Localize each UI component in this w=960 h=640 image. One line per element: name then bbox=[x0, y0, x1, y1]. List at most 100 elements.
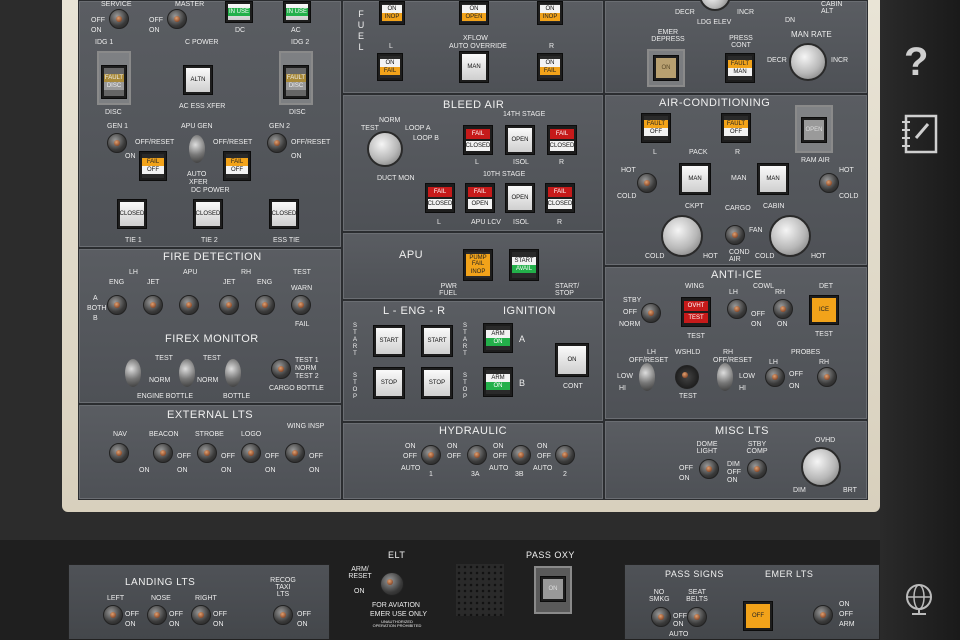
fire-eng-lh-switch[interactable] bbox=[107, 295, 127, 315]
stby-comp-switch[interactable] bbox=[747, 459, 767, 479]
idg1-disc-switch[interactable]: FAULT DISC bbox=[101, 65, 127, 99]
seat-belts-switch[interactable] bbox=[687, 607, 707, 627]
firex-bottle1-switch[interactable] bbox=[125, 359, 141, 387]
wshld-test-button[interactable] bbox=[675, 365, 699, 389]
bleed10-r-button[interactable]: FAIL CLOSED bbox=[545, 183, 575, 213]
dome-light-switch[interactable] bbox=[699, 459, 719, 479]
fuel-pump-r[interactable]: ON FAIL bbox=[537, 53, 563, 81]
hyd-3b-switch[interactable] bbox=[511, 445, 531, 465]
bleed14-r-button[interactable]: FAIL CLOSED bbox=[547, 125, 577, 155]
cabin-temp-switch[interactable] bbox=[819, 173, 839, 193]
bleed14-isol-button[interactable]: OPEN bbox=[505, 125, 535, 155]
emer-lts-button[interactable]: OFF bbox=[743, 601, 773, 631]
cabin-man-button[interactable]: MAN bbox=[757, 163, 789, 195]
wing-test-button[interactable]: OVHT TEST bbox=[681, 297, 711, 327]
service-switch[interactable] bbox=[109, 9, 129, 29]
ess-tie-button[interactable]: CLOSED bbox=[269, 199, 299, 229]
apu-gen-switch[interactable] bbox=[189, 135, 205, 163]
bleed10-isol-button[interactable]: OPEN bbox=[505, 183, 535, 213]
ovhd-dimmer-knob[interactable] bbox=[801, 447, 841, 487]
help-icon[interactable]: ? bbox=[904, 40, 928, 85]
logo-switch[interactable] bbox=[241, 443, 261, 463]
cargo-bottle-switch[interactable] bbox=[271, 359, 291, 379]
fire-jet-lh-switch[interactable] bbox=[143, 295, 163, 315]
wing-insp-switch[interactable] bbox=[285, 443, 305, 463]
wshld-rh-switch[interactable] bbox=[717, 363, 733, 391]
ice-det-button[interactable]: ICE bbox=[809, 295, 839, 325]
ignition-a-button[interactable]: ARM ON bbox=[483, 323, 513, 353]
fan-switch[interactable] bbox=[725, 225, 745, 245]
press-cont-button[interactable]: FAULT MAN bbox=[725, 53, 755, 83]
ignition-cont-button[interactable]: ON bbox=[555, 343, 589, 377]
hyd-1-switch[interactable] bbox=[421, 445, 441, 465]
ram-air-button[interactable]: OPEN bbox=[801, 117, 827, 143]
ignition-b-button[interactable]: ARM ON bbox=[483, 367, 513, 397]
cabin-temp-knob[interactable] bbox=[769, 215, 811, 257]
idg2-disc-switch[interactable]: FAULT DISC bbox=[283, 65, 309, 99]
on-label: ON bbox=[679, 475, 690, 482]
firex-bottle2-switch[interactable] bbox=[179, 359, 195, 387]
fire-eng-rh-switch[interactable] bbox=[255, 295, 275, 315]
cowl-lh-switch[interactable] bbox=[727, 299, 747, 319]
strobe-switch[interactable] bbox=[197, 443, 217, 463]
cowl-rh-switch[interactable] bbox=[773, 299, 793, 319]
ldg-elev-knob[interactable] bbox=[699, 0, 731, 11]
fuel-xfeed-l[interactable]: ON OPEN bbox=[459, 1, 489, 25]
globe-icon[interactable] bbox=[902, 582, 936, 616]
gen1-switch[interactable] bbox=[107, 133, 127, 153]
fuel-pump-l[interactable]: ON FAIL bbox=[377, 53, 403, 81]
altn-button[interactable]: ALTN bbox=[183, 65, 213, 95]
man-rate-knob[interactable] bbox=[789, 43, 827, 81]
eng-stop-l-button[interactable]: STOP bbox=[373, 367, 405, 399]
pass-oxy-button[interactable]: ON bbox=[540, 576, 566, 602]
tie2-button[interactable]: CLOSED bbox=[193, 199, 223, 229]
no-smkg-switch[interactable] bbox=[651, 607, 671, 627]
apu-pwr-fuel-button[interactable]: PUMP FAIL INOP bbox=[463, 249, 493, 281]
ckpt-temp-switch[interactable] bbox=[637, 173, 657, 193]
fuel-pump-r-aft[interactable]: ON INOP bbox=[537, 1, 563, 25]
emer-depress-button[interactable]: ON bbox=[653, 55, 679, 81]
overhead-panels: SERVICE OFF ON MASTER OFF ON IN USE IN U… bbox=[78, 0, 868, 500]
landing-right-switch[interactable] bbox=[191, 605, 211, 625]
gen2-fail-button[interactable]: FAIL OFF bbox=[223, 151, 251, 181]
pack-l-button[interactable]: FAULT OFF bbox=[641, 113, 671, 143]
xflow-man-button[interactable]: MAN bbox=[459, 51, 489, 83]
b-label: B bbox=[519, 378, 526, 388]
pack-r-button[interactable]: FAULT OFF bbox=[721, 113, 751, 143]
eng-stop-r-button[interactable]: STOP bbox=[421, 367, 453, 399]
gen1-fail-button[interactable]: FAIL OFF bbox=[139, 151, 167, 181]
firex-apu-bottle-switch[interactable] bbox=[225, 359, 241, 387]
duct-mon-knob[interactable] bbox=[367, 131, 403, 167]
fire-apu-switch[interactable] bbox=[179, 295, 199, 315]
probes-rh-switch[interactable] bbox=[817, 367, 837, 387]
probes-lh-switch[interactable] bbox=[765, 367, 785, 387]
ckpt-man-button[interactable]: MAN bbox=[679, 163, 711, 195]
fuel-pump-l-aft[interactable]: ON INOP bbox=[379, 1, 405, 25]
hyd-3a-switch[interactable] bbox=[467, 445, 487, 465]
fire-test-switch[interactable] bbox=[291, 295, 311, 315]
tie1-button[interactable]: CLOSED bbox=[117, 199, 147, 229]
emer-lts-switch[interactable] bbox=[813, 605, 833, 625]
wing-anti-ice-switch[interactable] bbox=[641, 303, 661, 323]
nav-switch[interactable] bbox=[109, 443, 129, 463]
bleed14-l-button[interactable]: FAIL CLOSED bbox=[463, 125, 493, 155]
notebook-icon[interactable] bbox=[900, 112, 940, 156]
landing-nose-switch[interactable] bbox=[147, 605, 167, 625]
ckpt-temp-knob[interactable] bbox=[661, 215, 703, 257]
gen2-switch[interactable] bbox=[267, 133, 287, 153]
wshld-lh-switch[interactable] bbox=[639, 363, 655, 391]
apu-lcv-button[interactable]: FAIL OPEN bbox=[465, 183, 495, 213]
apu-start-button[interactable]: START AVAIL bbox=[509, 249, 539, 281]
elt-switch[interactable] bbox=[380, 572, 404, 596]
r-label: R bbox=[549, 43, 555, 50]
bleed10-l-button[interactable]: FAIL CLOSED bbox=[425, 183, 455, 213]
recog-taxi-switch[interactable] bbox=[273, 605, 293, 625]
eng-start-r-button[interactable]: START bbox=[421, 325, 453, 357]
hyd-2-switch[interactable] bbox=[555, 445, 575, 465]
landing-left-switch[interactable] bbox=[103, 605, 123, 625]
master-switch[interactable] bbox=[167, 9, 187, 29]
eng-start-l-button[interactable]: START bbox=[373, 325, 405, 357]
isol-label: ISOL bbox=[513, 219, 529, 226]
fire-jet-rh-switch[interactable] bbox=[219, 295, 239, 315]
beacon-switch[interactable] bbox=[153, 443, 173, 463]
